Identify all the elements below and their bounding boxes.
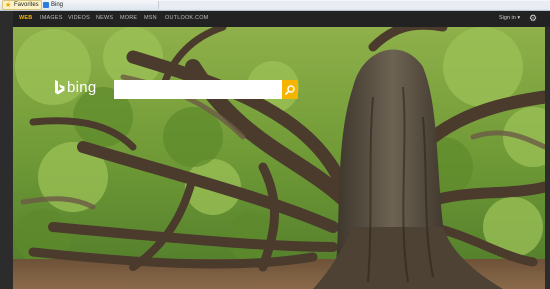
favorites-label: Favorites (14, 2, 39, 8)
favorites-bar: ★ Favorites Bing (0, 0, 550, 11)
favorite-link-bing[interactable]: Bing (43, 0, 63, 10)
bing-logo-icon (55, 79, 65, 94)
bing-logo-text: bing (67, 79, 97, 96)
top-nav: WEB IMAGES VIDEOS NEWS MORE MSN OUTLOOK.… (13, 11, 550, 27)
nav-images[interactable]: IMAGES (40, 15, 63, 21)
favorite-link-bing-label: Bing (51, 2, 64, 8)
bing-favicon-icon (43, 2, 49, 8)
gear-icon[interactable]: ⚙ (529, 13, 537, 23)
search-icon (285, 84, 295, 95)
search-button[interactable] (282, 80, 298, 99)
favorites-button[interactable]: ★ Favorites (2, 0, 42, 10)
window-frame-right (545, 27, 550, 289)
sign-in-link[interactable]: Sign in ▾ (499, 15, 520, 21)
bing-logo: bing (54, 79, 97, 96)
background-image (13, 27, 545, 289)
search-input[interactable] (114, 80, 282, 99)
nav-msn[interactable]: MSN (144, 15, 157, 21)
nav-web[interactable]: WEB (19, 15, 32, 21)
nav-news[interactable]: NEWS (96, 15, 113, 21)
nav-more[interactable]: MORE (120, 15, 137, 21)
window-frame-left (0, 11, 13, 289)
star-icon: ★ (5, 1, 12, 9)
nav-videos[interactable]: VIDEOS (68, 15, 90, 21)
favorites-bar-spacer (158, 1, 550, 9)
chevron-down-icon: ▾ (517, 15, 521, 21)
sign-in-label: Sign in (499, 15, 516, 21)
nav-outlook[interactable]: OUTLOOK.COM (165, 15, 208, 21)
